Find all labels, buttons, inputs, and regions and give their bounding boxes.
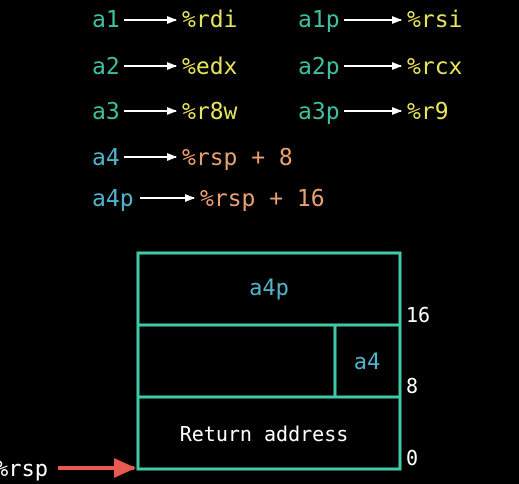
mapping-reg-r8w: %r8w [182, 99, 238, 125]
mapping-var-a3: a3 [92, 99, 120, 125]
offset-label-0: 0 [406, 446, 418, 470]
mapping-var-a2p: a2p [298, 54, 340, 80]
offset-label-8: 8 [406, 374, 418, 398]
stack-box: a4p a4 Return address [136, 251, 402, 471]
stack-frame-diagram: a1 %rdi a1p %rsi a2 %edx a2p %rcx a3 %r8… [0, 7, 462, 482]
mapping-reg-rsi: %rsi [407, 7, 462, 33]
mapping-reg-r9: %r9 [407, 99, 449, 125]
stack-offsets: 16 8 0 [406, 303, 430, 470]
rsp-label: %rsp [0, 457, 48, 482]
mapping-reg-edx: %edx [182, 54, 237, 80]
mapping-var-a1p: a1p [298, 7, 340, 33]
mapping-var-a4p: a4p [92, 186, 134, 212]
stack-cell-a4: a4 [354, 350, 381, 375]
stack-pointer: %rsp [0, 457, 136, 482]
mapping-reg-rsp-8: %rsp + 8 [182, 145, 293, 171]
mapping-var-a3p: a3p [298, 99, 340, 125]
mapping-var-a4: a4 [92, 145, 120, 171]
mapping-reg-rdi: %rdi [182, 7, 237, 33]
offset-label-16: 16 [406, 303, 430, 327]
mapping-reg-rcx: %rcx [407, 54, 462, 80]
mapping-reg-rsp-16: %rsp + 16 [200, 186, 325, 212]
stack-cell-return-address: Return address [180, 422, 349, 446]
mapping-table: a1 %rdi a1p %rsi a2 %edx a2p %rcx a3 %r8… [92, 7, 462, 212]
stack-cell-a4p: a4p [249, 276, 289, 301]
mapping-var-a1: a1 [92, 7, 120, 33]
mapping-var-a2: a2 [92, 54, 120, 80]
